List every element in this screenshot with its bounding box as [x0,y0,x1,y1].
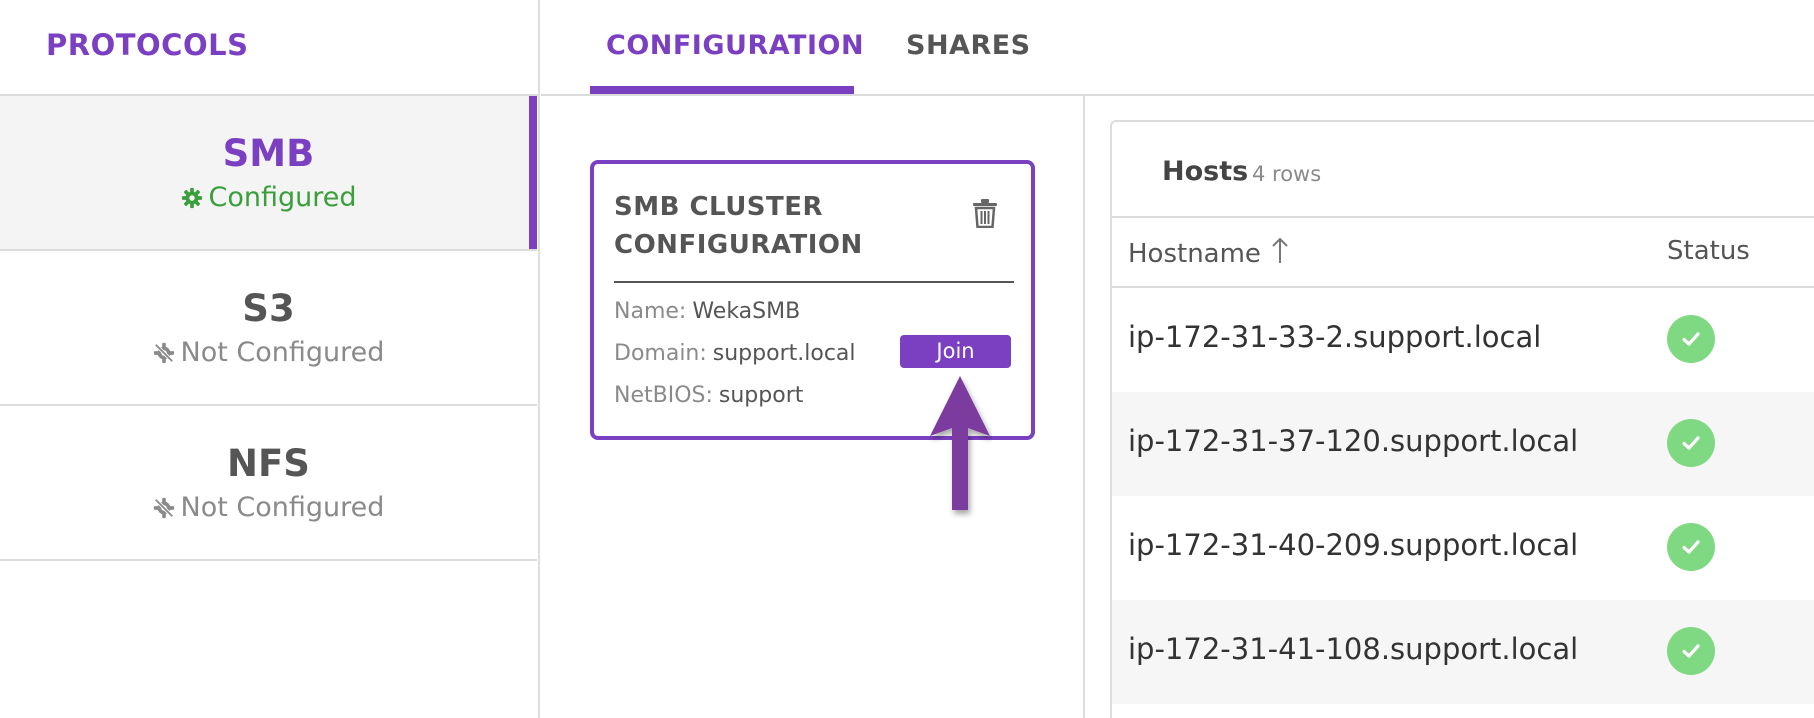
protocol-item-nfs[interactable]: NFS Not Configured [0,406,537,561]
protocols-title: PROTOCOLS [46,28,249,62]
protocol-name: NFS [227,442,310,485]
protocol-status-label: Not Configured [180,492,385,523]
protocol-status: Configured [0,182,537,213]
domain-label: Domain: [614,341,707,366]
card-title-line: CONFIGURATION [614,230,863,260]
netbios-field: NetBIOS: support [614,383,803,408]
domain-field: Domain: support.local [614,341,856,366]
protocol-status-label: Configured [208,182,357,213]
divider [541,94,1814,96]
name-value: WekaSMB [692,299,801,324]
protocol-name: S3 [242,287,295,330]
active-tab-indicator [590,86,854,94]
trash-icon[interactable] [972,198,998,232]
sort-ascending-icon [1271,236,1289,271]
netbios-value: support [718,383,804,408]
hostname-cell: ip-172-31-40-209.support.local [1128,528,1579,562]
name-field: Name: WekaSMB [614,299,800,324]
hosts-table: Hosts 4 rows Hostname Status ip-172-31-3… [1110,120,1814,718]
divider [1112,216,1814,218]
gear-icon [181,187,203,209]
protocol-name: SMB [222,132,315,175]
column-header-hostname[interactable]: Hostname [1128,236,1289,271]
check-circle-icon [1667,627,1715,675]
protocol-status-label: Not Configured [180,337,385,368]
arrow-up-icon [928,372,992,524]
tab-shares[interactable]: SHARES [906,30,1031,61]
netbios-label: NetBIOS: [614,383,713,408]
domain-value: support.local [712,341,856,366]
hosts-row-count: 4 rows [1252,162,1322,186]
hostname-cell: ip-172-31-41-108.support.local [1128,632,1579,666]
tab-configuration[interactable]: CONFIGURATION [606,30,864,61]
name-label: Name: [614,299,687,324]
check-circle-icon [1667,315,1715,363]
disabled-gear-icon [153,342,175,364]
protocol-status: Not Configured [0,492,537,523]
disabled-gear-icon [153,497,175,519]
column-header-status[interactable]: Status [1667,236,1750,266]
join-button[interactable]: Join [900,335,1011,368]
divider [1083,96,1085,718]
card-title-line: SMB CLUSTER [614,192,824,222]
table-row[interactable]: ip-172-31-33-2.support.local [1112,288,1814,392]
hosts-title: Hosts [1162,156,1249,187]
check-circle-icon [1667,523,1715,571]
card-title: SMB CLUSTER CONFIGURATION [614,188,863,264]
hostname-cell: ip-172-31-33-2.support.local [1128,320,1542,354]
column-header-label: Hostname [1128,238,1261,269]
protocol-status: Not Configured [0,337,537,368]
table-row[interactable]: ip-172-31-37-120.support.local [1112,392,1814,496]
hostname-cell: ip-172-31-37-120.support.local [1128,424,1579,458]
protocols-panel: PROTOCOLS SMB Configured S3 Not Configur… [0,0,540,718]
divider [614,281,1014,283]
table-row[interactable]: ip-172-31-40-209.support.local [1112,496,1814,600]
check-circle-icon [1667,419,1715,467]
protocol-item-smb[interactable]: SMB Configured [0,96,537,251]
protocol-item-s3[interactable]: S3 Not Configured [0,251,537,406]
table-row[interactable]: ip-172-31-41-108.support.local [1112,600,1814,704]
